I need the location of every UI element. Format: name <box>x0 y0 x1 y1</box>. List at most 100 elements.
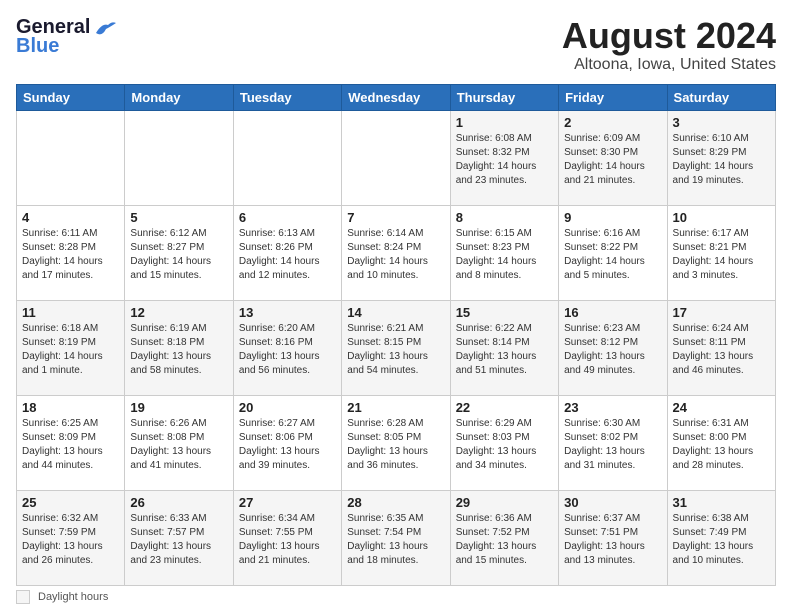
day-info: Sunrise: 6:24 AM Sunset: 8:11 PM Dayligh… <box>673 322 770 378</box>
day-info: Sunrise: 6:31 AM Sunset: 8:00 PM Dayligh… <box>673 417 770 473</box>
calendar-table: SundayMondayTuesdayWednesdayThursdayFrid… <box>16 84 776 586</box>
day-number: 25 <box>22 495 119 510</box>
day-number: 6 <box>239 210 336 225</box>
calendar-cell: 12 Sunrise: 6:19 AM Sunset: 8:18 PM Dayli… <box>125 300 233 395</box>
daylight-label: Daylight hours <box>38 591 108 603</box>
day-info: Sunrise: 6:36 AM Sunset: 7:52 PM Dayligh… <box>456 512 553 568</box>
calendar-cell <box>125 110 233 205</box>
title-block: August 2024 Altoona, Iowa, United States <box>562 16 776 74</box>
day-info: Sunrise: 6:29 AM Sunset: 8:03 PM Dayligh… <box>456 417 553 473</box>
calendar-cell: 5 Sunrise: 6:12 AM Sunset: 8:27 PM Daylig… <box>125 205 233 300</box>
day-number: 5 <box>130 210 227 225</box>
day-number: 7 <box>347 210 444 225</box>
day-number: 2 <box>564 115 661 130</box>
day-info: Sunrise: 6:33 AM Sunset: 7:57 PM Dayligh… <box>130 512 227 568</box>
calendar-cell: 30Sunrise: 6:37 AM Sunset: 7:51 PM Dayli… <box>559 490 667 585</box>
calendar-cell: 1 Sunrise: 6:08 AM Sunset: 8:32 PM Daylig… <box>450 110 558 205</box>
calendar-cell: 8 Sunrise: 6:15 AM Sunset: 8:23 PM Daylig… <box>450 205 558 300</box>
day-number: 8 <box>456 210 553 225</box>
day-number: 4 <box>22 210 119 225</box>
calendar-cell: 7 Sunrise: 6:14 AM Sunset: 8:24 PM Daylig… <box>342 205 450 300</box>
day-info: Sunrise: 6:25 AM Sunset: 8:09 PM Dayligh… <box>22 417 119 473</box>
calendar-header-thursday: Thursday <box>450 84 558 110</box>
day-info: Sunrise: 6:35 AM Sunset: 7:54 PM Dayligh… <box>347 512 444 568</box>
calendar-header-saturday: Saturday <box>667 84 775 110</box>
day-number: 30 <box>564 495 661 510</box>
calendar-cell <box>342 110 450 205</box>
day-info: Sunrise: 6:15 AM Sunset: 8:23 PM Dayligh… <box>456 227 553 283</box>
day-number: 29 <box>456 495 553 510</box>
calendar-cell: 29 Sunrise: 6:36 AM Sunset: 7:52 PM Dayli… <box>450 490 558 585</box>
calendar-cell: 13Sunrise: 6:20 AM Sunset: 8:16 PM Dayli… <box>233 300 341 395</box>
page-subtitle: Altoona, Iowa, United States <box>562 56 776 74</box>
calendar-header-tuesday: Tuesday <box>233 84 341 110</box>
day-info: Sunrise: 6:09 AM Sunset: 8:30 PM Dayligh… <box>564 132 661 188</box>
day-info: Sunrise: 6:26 AM Sunset: 8:08 PM Dayligh… <box>130 417 227 473</box>
day-info: Sunrise: 6:14 AM Sunset: 8:24 PM Dayligh… <box>347 227 444 283</box>
calendar-cell: 25Sunrise: 6:32 AM Sunset: 7:59 PM Dayli… <box>17 490 125 585</box>
day-number: 22 <box>456 400 553 415</box>
calendar-cell: 3 Sunrise: 6:10 AM Sunset: 8:29 PM Daylig… <box>667 110 775 205</box>
day-number: 26 <box>130 495 227 510</box>
footer: Daylight hours <box>16 590 776 604</box>
calendar-cell: 21Sunrise: 6:28 AM Sunset: 8:05 PM Dayli… <box>342 395 450 490</box>
header: General Blue August 2024 Altoona, Iowa, … <box>16 16 776 74</box>
day-info: Sunrise: 6:20 AM Sunset: 8:16 PM Dayligh… <box>239 322 336 378</box>
page: General Blue August 2024 Altoona, Iowa, … <box>0 0 792 612</box>
calendar-cell: 17Sunrise: 6:24 AM Sunset: 8:11 PM Dayli… <box>667 300 775 395</box>
day-info: Sunrise: 6:27 AM Sunset: 8:06 PM Dayligh… <box>239 417 336 473</box>
day-number: 9 <box>564 210 661 225</box>
calendar-week-2: 4 Sunrise: 6:11 AM Sunset: 8:28 PM Daylig… <box>17 205 776 300</box>
calendar-cell: 18 Sunrise: 6:25 AM Sunset: 8:09 PM Dayli… <box>17 395 125 490</box>
calendar-cell: 4 Sunrise: 6:11 AM Sunset: 8:28 PM Daylig… <box>17 205 125 300</box>
calendar-cell: 31 Sunrise: 6:38 AM Sunset: 7:49 PM Dayli… <box>667 490 775 585</box>
day-number: 15 <box>456 305 553 320</box>
day-info: Sunrise: 6:19 AM Sunset: 8:18 PM Dayligh… <box>130 322 227 378</box>
calendar-cell: 28 Sunrise: 6:35 AM Sunset: 7:54 PM Dayli… <box>342 490 450 585</box>
day-info: Sunrise: 6:08 AM Sunset: 8:32 PM Dayligh… <box>456 132 553 188</box>
calendar-cell: 11Sunrise: 6:18 AM Sunset: 8:19 PM Dayli… <box>17 300 125 395</box>
page-title: August 2024 <box>562 16 776 56</box>
calendar-cell: 14 Sunrise: 6:21 AM Sunset: 8:15 PM Dayli… <box>342 300 450 395</box>
calendar-week-3: 11Sunrise: 6:18 AM Sunset: 8:19 PM Dayli… <box>17 300 776 395</box>
day-info: Sunrise: 6:17 AM Sunset: 8:21 PM Dayligh… <box>673 227 770 283</box>
calendar-header-monday: Monday <box>125 84 233 110</box>
calendar-header-wednesday: Wednesday <box>342 84 450 110</box>
calendar-week-5: 25Sunrise: 6:32 AM Sunset: 7:59 PM Dayli… <box>17 490 776 585</box>
day-number: 31 <box>673 495 770 510</box>
calendar-cell: 22 Sunrise: 6:29 AM Sunset: 8:03 PM Dayli… <box>450 395 558 490</box>
day-number: 1 <box>456 115 553 130</box>
logo-bird-icon <box>94 19 116 37</box>
day-number: 3 <box>673 115 770 130</box>
day-info: Sunrise: 6:12 AM Sunset: 8:27 PM Dayligh… <box>130 227 227 283</box>
day-info: Sunrise: 6:38 AM Sunset: 7:49 PM Dayligh… <box>673 512 770 568</box>
calendar-cell: 16Sunrise: 6:23 AM Sunset: 8:12 PM Dayli… <box>559 300 667 395</box>
day-number: 20 <box>239 400 336 415</box>
day-info: Sunrise: 6:22 AM Sunset: 8:14 PM Dayligh… <box>456 322 553 378</box>
day-info: Sunrise: 6:10 AM Sunset: 8:29 PM Dayligh… <box>673 132 770 188</box>
day-info: Sunrise: 6:28 AM Sunset: 8:05 PM Dayligh… <box>347 417 444 473</box>
calendar-cell: 24Sunrise: 6:31 AM Sunset: 8:00 PM Dayli… <box>667 395 775 490</box>
calendar-cell: 19 Sunrise: 6:26 AM Sunset: 8:08 PM Dayli… <box>125 395 233 490</box>
calendar-cell: 10 Sunrise: 6:17 AM Sunset: 8:21 PM Dayli… <box>667 205 775 300</box>
day-number: 18 <box>22 400 119 415</box>
day-number: 19 <box>130 400 227 415</box>
day-info: Sunrise: 6:21 AM Sunset: 8:15 PM Dayligh… <box>347 322 444 378</box>
day-info: Sunrise: 6:30 AM Sunset: 8:02 PM Dayligh… <box>564 417 661 473</box>
day-info: Sunrise: 6:13 AM Sunset: 8:26 PM Dayligh… <box>239 227 336 283</box>
calendar-header-sunday: Sunday <box>17 84 125 110</box>
calendar-cell <box>233 110 341 205</box>
day-number: 10 <box>673 210 770 225</box>
day-info: Sunrise: 6:34 AM Sunset: 7:55 PM Dayligh… <box>239 512 336 568</box>
day-number: 28 <box>347 495 444 510</box>
calendar-cell: 20 Sunrise: 6:27 AM Sunset: 8:06 PM Dayli… <box>233 395 341 490</box>
day-number: 14 <box>347 305 444 320</box>
logo-blue: Blue <box>16 35 59 58</box>
day-info: Sunrise: 6:23 AM Sunset: 8:12 PM Dayligh… <box>564 322 661 378</box>
day-number: 27 <box>239 495 336 510</box>
day-number: 12 <box>130 305 227 320</box>
calendar-week-4: 18 Sunrise: 6:25 AM Sunset: 8:09 PM Dayli… <box>17 395 776 490</box>
day-info: Sunrise: 6:11 AM Sunset: 8:28 PM Dayligh… <box>22 227 119 283</box>
day-info: Sunrise: 6:16 AM Sunset: 8:22 PM Dayligh… <box>564 227 661 283</box>
calendar-cell: 26 Sunrise: 6:33 AM Sunset: 7:57 PM Dayli… <box>125 490 233 585</box>
